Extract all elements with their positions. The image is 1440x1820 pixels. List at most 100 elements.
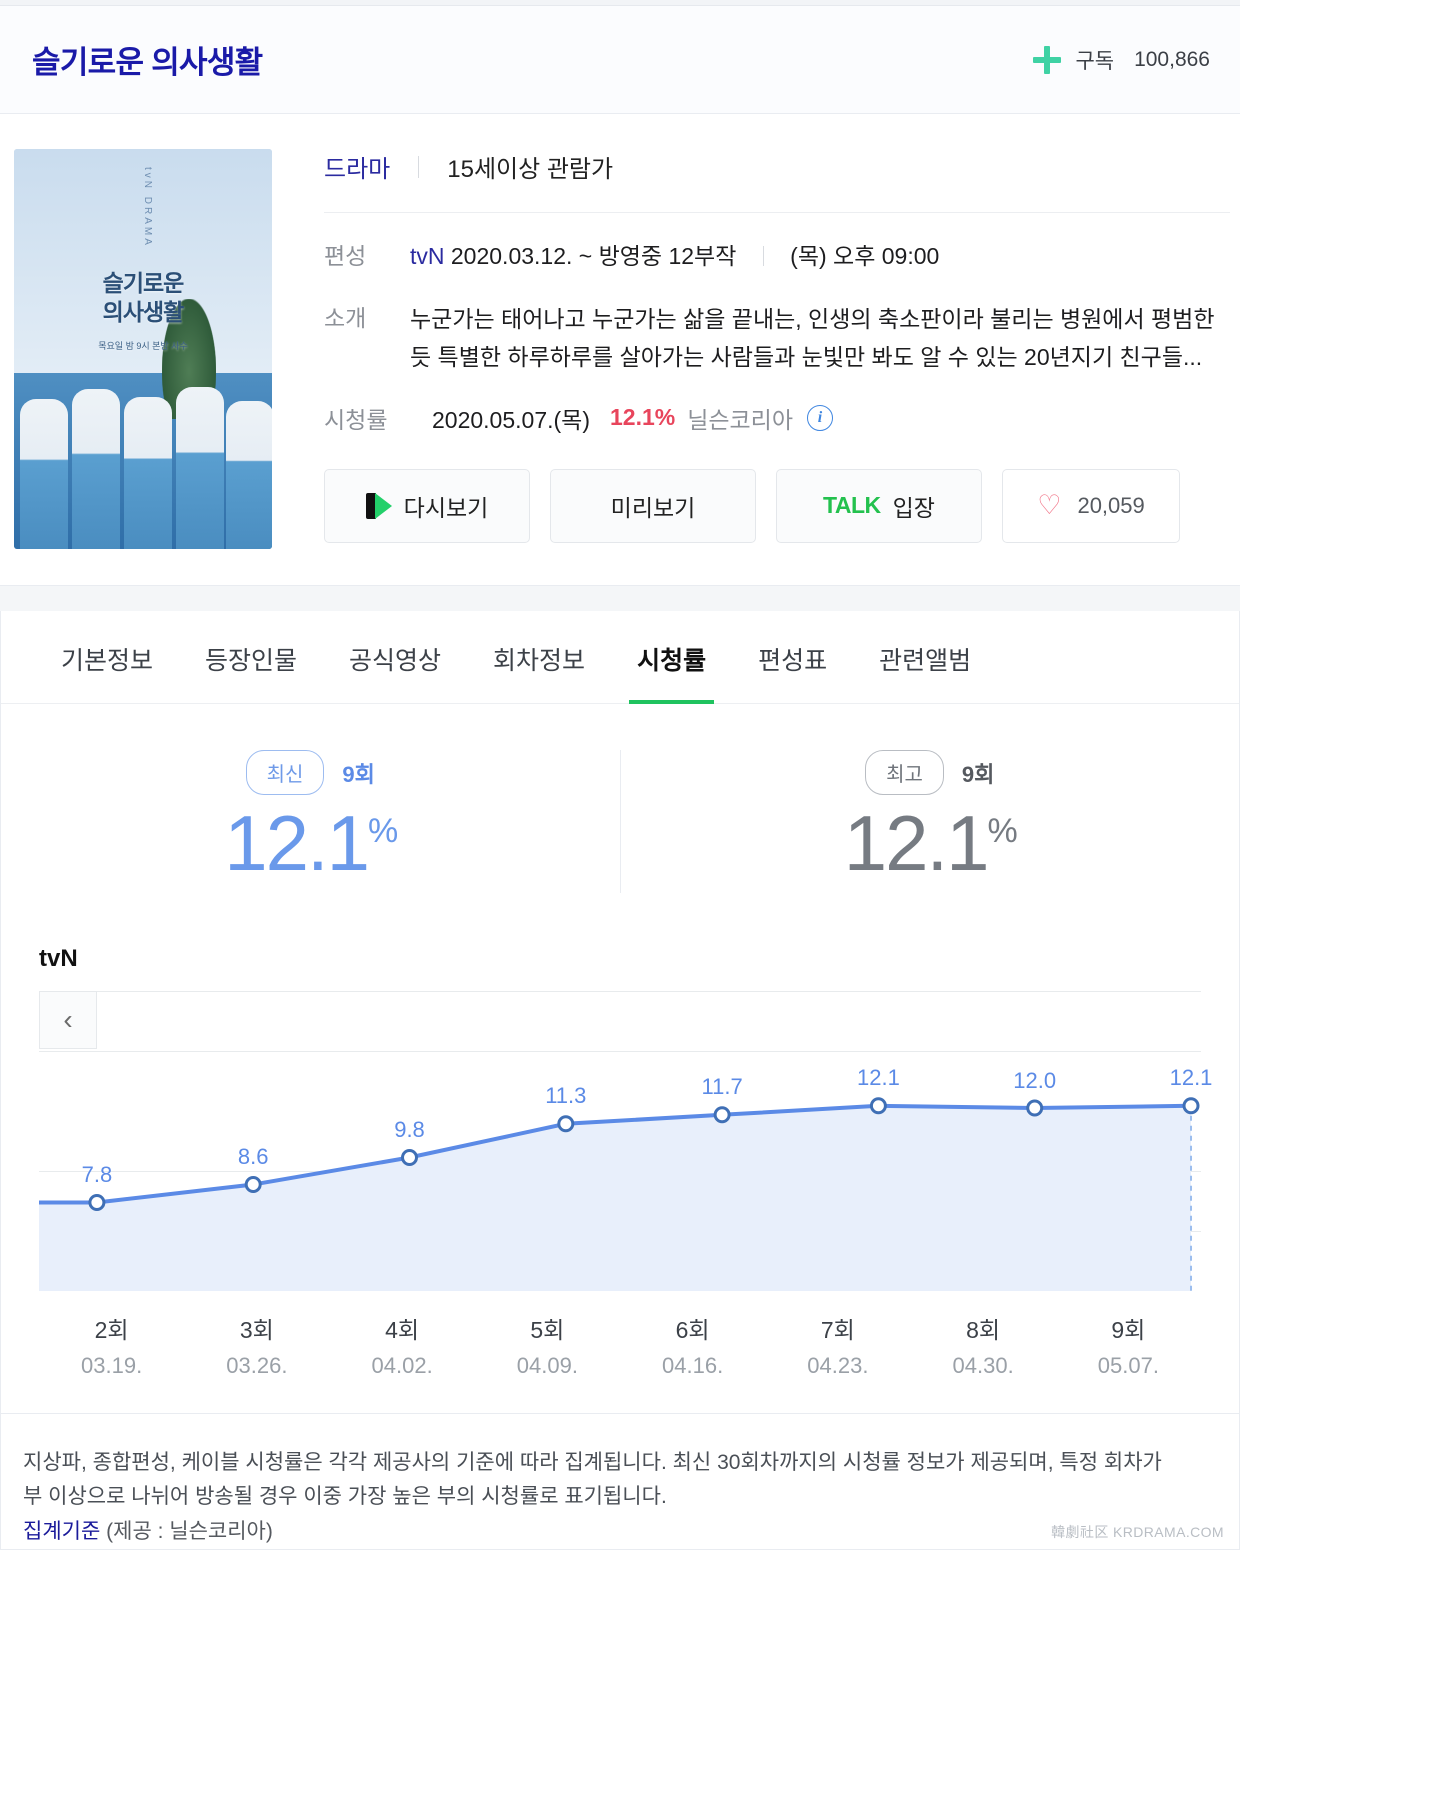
chart-point-label: 12.0 <box>1013 1067 1057 1093</box>
standard-link[interactable]: 집계기준 <box>23 1520 100 1543</box>
chart-plot-area: 7.8 8.6 9.8 11.3 11.7 12.1 12.0 12.1 ‹ <box>39 990 1212 1291</box>
replay-button[interactable]: 다시보기 <box>324 468 530 543</box>
genre-row: 드라마 15세이상 관람가 <box>324 149 1230 213</box>
x-axis-tick: 8회 04.30. <box>911 1311 1056 1379</box>
latest-episode: 9회 <box>342 761 375 787</box>
chart-point-label: 8.6 <box>237 1144 269 1169</box>
poster-figure <box>72 389 120 549</box>
airtime-text: (목) 오후 09:00 <box>790 243 940 269</box>
x-tick-date: 04.02. <box>371 1352 433 1378</box>
x-axis-tick: 2회 03.19. <box>39 1311 184 1379</box>
footnote-line-2: 부 이상으로 나뉘어 방송될 경우 이중 가장 높은 부의 시청률로 표기됩니다… <box>23 1485 667 1509</box>
subscribe-count: 100,866 <box>1134 47 1210 71</box>
poster-title-line1: 슬기로운 <box>102 270 185 296</box>
schedule-row: 편성 tvN 2020.03.12. ~ 방영중 12부작 (목) 오후 09:… <box>324 213 1230 275</box>
poster-figure <box>20 399 68 549</box>
x-tick-episode: 6회 <box>675 1316 710 1343</box>
replay-label: 다시보기 <box>403 494 489 521</box>
like-button[interactable]: ♡ 20,059 <box>1002 468 1180 543</box>
viewership-date: 2020.05.07.(목) <box>432 406 590 433</box>
highest-rating-value: 12.1% <box>843 795 1018 893</box>
chart-point-label: 11.3 <box>545 1083 587 1109</box>
tab-basic-info[interactable]: 기본정보 <box>35 611 179 703</box>
footnote-standard: 집계기준 (제공 : 닐슨코리아) <box>23 1515 1215 1550</box>
highest-rating-header: 최고 9회 <box>865 750 994 795</box>
latest-rating-card: 최신 9회 12.1% <box>1 750 620 893</box>
tab-episode-info[interactable]: 회차정보 <box>467 611 611 703</box>
subscribe-button[interactable]: 구독 100,866 <box>1033 45 1210 75</box>
content-panel: 기본정보 등장인물 공식영상 회차정보 시청률 편성표 관련앨범 최신 9회 1… <box>0 611 1240 1551</box>
latest-rating-number: 12.1 <box>224 799 370 887</box>
x-tick-date: 05.07. <box>1097 1352 1159 1378</box>
info-icon[interactable]: i <box>807 404 834 431</box>
x-axis-tick: 4회 04.02. <box>330 1311 475 1379</box>
x-tick-episode: 2회 <box>94 1316 129 1343</box>
tab-official-videos[interactable]: 공식영상 <box>323 611 467 703</box>
tab-schedule[interactable]: 편성표 <box>732 611 853 703</box>
divider <box>418 155 420 178</box>
talk-label: 입장 <box>892 494 935 521</box>
viewership-summary: 최신 9회 12.1% 최고 9회 12.1% <box>1 704 1239 927</box>
x-tick-episode: 3회 <box>239 1316 274 1343</box>
x-tick-episode: 5회 <box>530 1316 565 1343</box>
genre-link[interactable]: 드라마 <box>324 149 390 184</box>
viewership-source: 닐슨코리아 <box>687 406 794 433</box>
footnote-line-1: 지상파, 종합편성, 케이블 시청률은 각각 제공사의 기준에 따라 집계됩니다… <box>23 1450 1162 1474</box>
page-root: 슬기로운 의사생활 구독 100,866 tvN DRAMA 슬기로운 의사생활… <box>0 0 1240 1551</box>
highest-rating-card: 최고 9회 12.1% <box>619 750 1240 893</box>
summary-key: 소개 <box>324 304 367 331</box>
highest-badge: 최고 <box>865 750 944 795</box>
x-tick-episode: 8회 <box>966 1316 1001 1343</box>
latest-rating-unit: % <box>368 812 398 850</box>
poster-title-line2: 의사생활 <box>102 298 185 325</box>
age-rating-label: 15세이상 관람가 <box>447 156 614 183</box>
preview-button[interactable]: 미리보기 <box>550 468 756 543</box>
x-axis-tick: 7회 04.23. <box>765 1311 910 1379</box>
divider <box>762 246 764 266</box>
plus-icon <box>1033 45 1062 74</box>
chart-point-label: 11.7 <box>701 1074 743 1100</box>
summary-row: 소개 누군가는 태어나고 누군가는 삶을 끝내는, 인생의 축소판이라 불리는 … <box>324 275 1230 377</box>
chart-channel-label: tvN <box>39 944 78 972</box>
x-tick-date: 04.09. <box>516 1352 578 1378</box>
highest-episode: 9회 <box>961 761 995 787</box>
viewership-chart: tvN 7.8 8.6 9.8 11.3 11.7 12.1 12.0 12.1 ‹ 2회 03… <box>1 927 1239 1379</box>
subscribe-label: 구독 <box>1075 49 1115 73</box>
highest-rating-number: 12.1 <box>843 799 990 887</box>
like-count: 20,059 <box>1077 492 1145 518</box>
poster-title: 슬기로운 의사생활 목요일 밤 9시 본방 사수 <box>14 269 272 355</box>
page-title: 슬기로운 의사생활 <box>32 45 263 80</box>
page-header: 슬기로운 의사생활 구독 100,866 <box>0 6 1240 114</box>
watermark: 韓劇社区 KRDRAMA.COM <box>1051 1524 1224 1541</box>
x-tick-date: 04.30. <box>952 1352 1014 1378</box>
latest-badge: 최신 <box>245 750 325 795</box>
tab-viewership[interactable]: 시청률 <box>611 611 732 704</box>
highest-rating-unit: % <box>987 812 1018 850</box>
title-info-section: tvN DRAMA 슬기로운 의사생활 목요일 밤 9시 본방 사수 드라마 1… <box>0 114 1240 549</box>
tab-related-albums[interactable]: 관련앨범 <box>853 611 997 703</box>
talk-icon: TALK <box>823 492 881 519</box>
preview-label: 미리보기 <box>610 494 696 521</box>
summary-text: 누군가는 태어나고 누군가는 삶을 끝내는, 인생의 축소판이라 불리는 병원에… <box>410 301 1230 377</box>
x-tick-date: 03.19. <box>81 1352 143 1378</box>
talk-enter-button[interactable]: TALK 입장 <box>776 468 982 543</box>
poster-vertical-text: tvN DRAMA <box>142 167 153 248</box>
x-axis-tick: 6회 04.16. <box>620 1311 765 1379</box>
poster-image[interactable]: tvN DRAMA 슬기로운 의사생활 목요일 밤 9시 본방 사수 <box>14 149 272 549</box>
latest-rating-value: 12.1% <box>224 795 398 893</box>
x-axis-tick: 5회 04.09. <box>475 1311 620 1379</box>
chart-point-label: 9.8 <box>394 1117 425 1142</box>
tab-characters[interactable]: 등장인물 <box>179 611 323 703</box>
poster-caption: 목요일 밤 9시 본방 사수 <box>98 340 188 351</box>
chart-point-label: 7.8 <box>81 1162 113 1187</box>
viewership-row: 시청률 2020.05.07.(목) 12.1% 닐슨코리아 i <box>324 377 1230 435</box>
poster-figure <box>226 401 272 549</box>
details-column: 드라마 15세이상 관람가 편성 tvN 2020.03.12. ~ 방영중 1… <box>272 149 1240 549</box>
summary-line-2: 듯 특별한 하루하루를 살아가는 사람들과 눈빛만 봐도 알 수 있는 20년지… <box>410 343 1203 370</box>
summary-line-1: 누군가는 태어나고 누군가는 삶을 끝내는, 인생의 축소판이라 불리는 병원에… <box>410 305 1215 332</box>
x-axis-tick: 3회 03.26. <box>184 1311 329 1379</box>
chart-prev-button[interactable]: ‹ <box>39 990 97 1049</box>
chart-point-label: 12.1 <box>856 1065 900 1091</box>
channel-link[interactable]: tvN <box>410 243 445 269</box>
heart-icon: ♡ <box>1037 490 1062 521</box>
